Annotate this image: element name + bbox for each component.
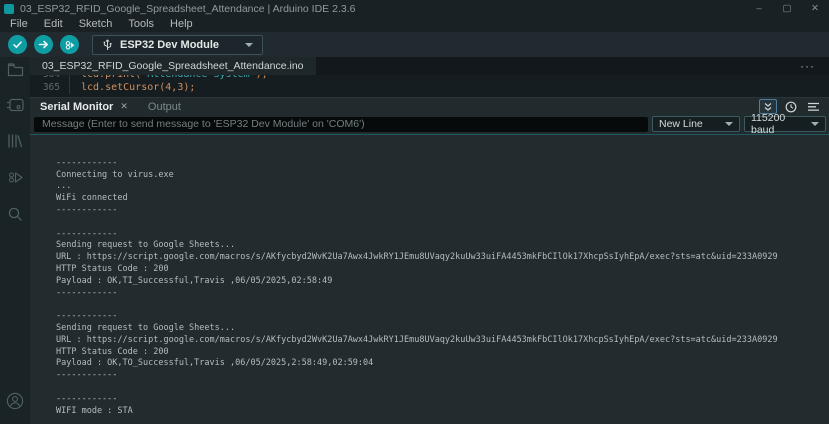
sketch-tab-label: 03_ESP32_RFID_Google_Spreadsheet_Attenda…	[42, 60, 304, 72]
serial-message-input[interactable]	[34, 116, 648, 132]
app-icon	[4, 3, 14, 14]
title-bar: 03_ESP32_RFID_Google_Spreadsheet_Attenda…	[0, 0, 829, 17]
editor-tab-strip: 03_ESP32_RFID_Google_Spreadsheet_Attenda…	[30, 57, 829, 75]
sketchbook-icon[interactable]	[7, 62, 24, 77]
serial-monitor-panel: Serial Monitor ✕ Output Message (Enter t…	[30, 97, 829, 424]
menu-sketch[interactable]: Sketch	[71, 17, 121, 32]
library-manager-icon[interactable]	[7, 133, 23, 149]
board-selector-label: ESP32 Dev Module	[120, 38, 220, 51]
clear-output-icon	[807, 102, 819, 111]
serial-output-text: ------------ Connecting to virus.exe ...…	[56, 157, 778, 416]
menu-file[interactable]: File	[2, 17, 36, 32]
sketch-tab[interactable]: 03_ESP32_RFID_Google_Spreadsheet_Attenda…	[30, 57, 316, 75]
upload-button[interactable]	[34, 35, 53, 54]
verify-button[interactable]	[8, 35, 27, 54]
debug-button[interactable]	[60, 35, 79, 54]
tab-output[interactable]: Output	[148, 101, 181, 113]
code-editor[interactable]: 364 lcd.print("Attendance System"); 365 …	[30, 75, 829, 97]
search-icon[interactable]	[7, 206, 23, 222]
chevron-down-icon	[725, 122, 733, 126]
autoscroll-icon	[764, 102, 772, 111]
line-ending-dropdown[interactable]: New Line	[652, 116, 740, 132]
more-icon[interactable]: ···	[800, 57, 829, 75]
line-number: 365	[42, 82, 60, 93]
window-controls: – ▢ ✕	[745, 0, 829, 17]
baud-rate-value: 115200 baud	[751, 112, 786, 136]
toolbar: ESP32 Dev Module	[0, 32, 829, 57]
usb-icon	[103, 39, 112, 50]
upload-icon	[38, 40, 48, 49]
close-icon[interactable]: ✕	[120, 101, 128, 112]
maximize-button[interactable]: ▢	[773, 0, 801, 17]
account-icon[interactable]	[6, 392, 24, 410]
debug-icon	[65, 40, 74, 49]
menu-help[interactable]: Help	[162, 17, 201, 32]
window-title: 03_ESP32_RFID_Google_Spreadsheet_Attenda…	[20, 2, 356, 15]
boards-manager-icon[interactable]	[6, 98, 24, 112]
main-area: 03_ESP32_RFID_Google_Spreadsheet_Attenda…	[0, 57, 829, 424]
menu-bar: File Edit Sketch Tools Help	[0, 17, 829, 32]
editor-content: 03_ESP32_RFID_Google_Spreadsheet_Attenda…	[30, 57, 829, 424]
serial-monitor-header: Serial Monitor ✕ Output	[30, 98, 829, 115]
serial-message-row: New Line 115200 baud	[30, 112, 829, 136]
baud-rate-dropdown[interactable]: 115200 baud	[744, 112, 826, 136]
code-line-365: 365 lcd.setCursor(4,3);	[30, 81, 829, 94]
menu-tools[interactable]: Tools	[120, 17, 162, 32]
minimize-button[interactable]: –	[745, 0, 773, 17]
line-ending-value: New Line	[659, 118, 703, 130]
chevron-down-icon	[245, 42, 254, 47]
activity-bar	[0, 57, 30, 424]
board-selector[interactable]: ESP32 Dev Module	[92, 34, 264, 55]
chevron-down-icon	[811, 122, 819, 126]
close-button[interactable]: ✕	[801, 0, 829, 17]
debug-sidebar-icon[interactable]	[7, 170, 24, 185]
serial-output-area[interactable]: ------------ Connecting to virus.exe ...…	[30, 135, 829, 424]
code-text: lcd.setCursor(4,3);	[69, 81, 195, 94]
tab-serial-monitor[interactable]: Serial Monitor	[40, 101, 113, 113]
timestamp-icon	[785, 101, 797, 112]
verify-icon	[13, 41, 22, 49]
menu-edit[interactable]: Edit	[36, 17, 71, 32]
arduino-ide-window: 03_ESP32_RFID_Google_Spreadsheet_Attenda…	[0, 0, 829, 424]
